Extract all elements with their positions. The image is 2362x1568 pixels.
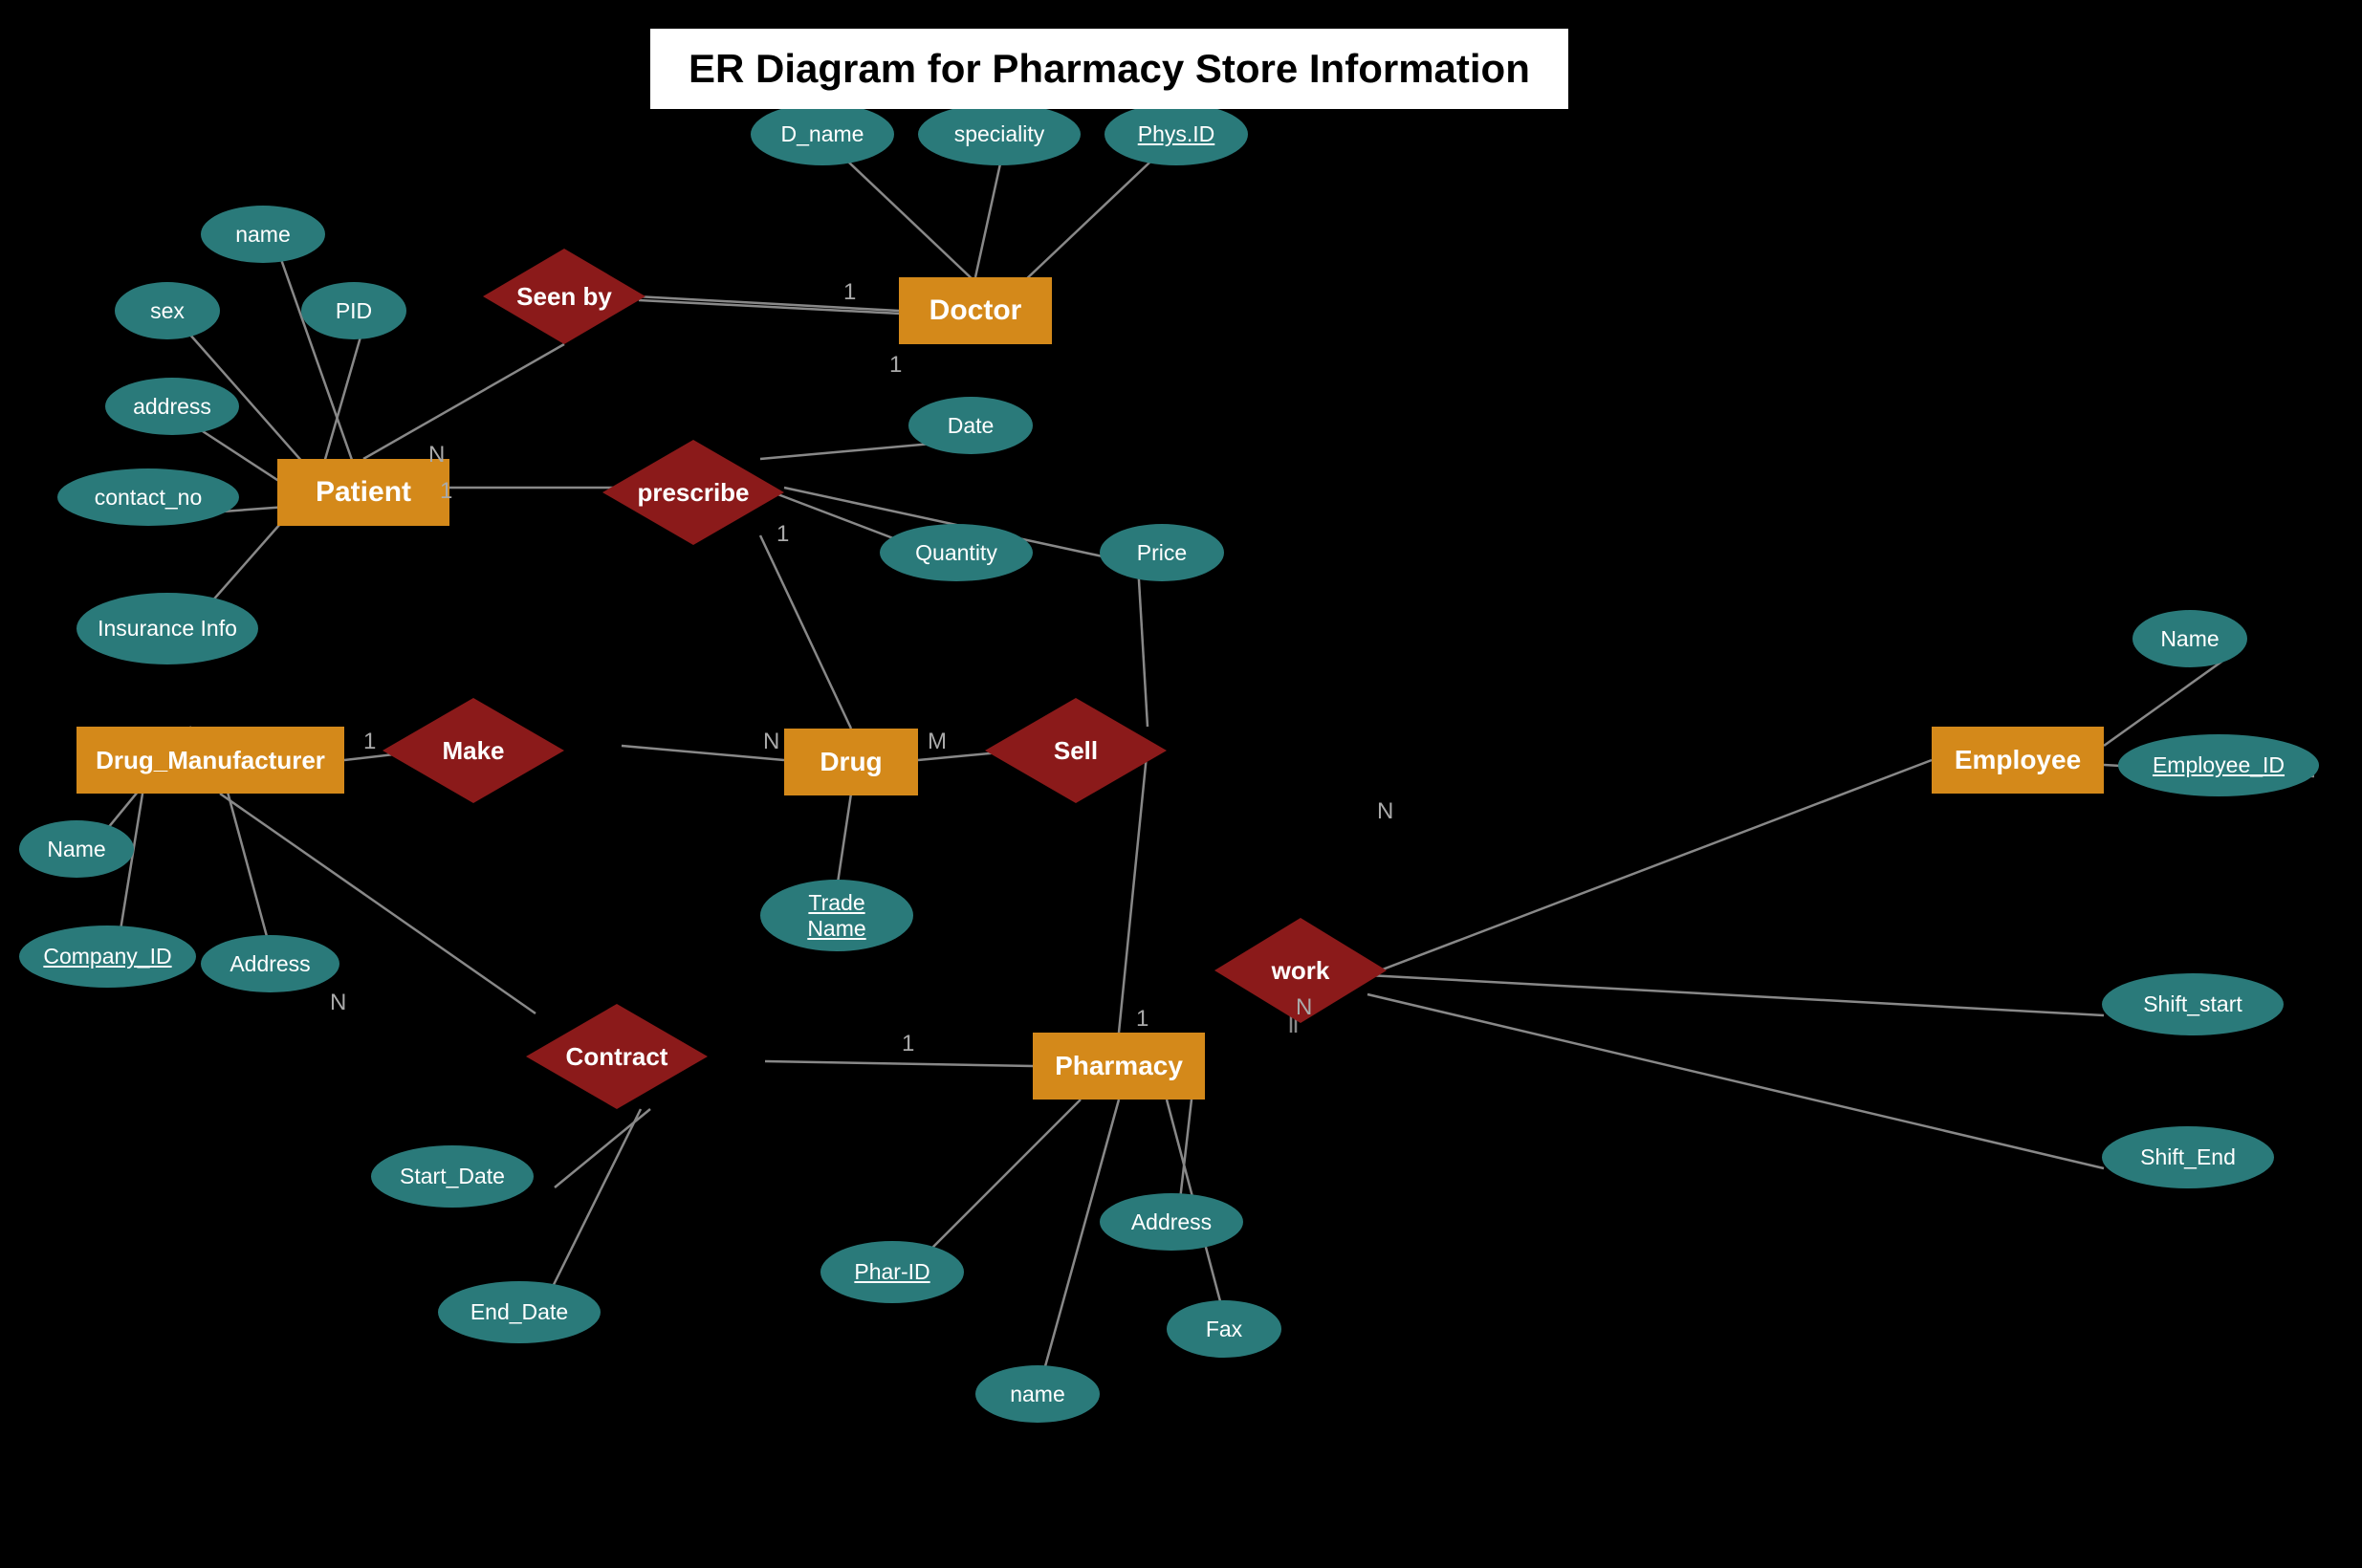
attr-phar-fax: Fax (1167, 1300, 1281, 1358)
attr-shift-end: Shift_End (2102, 1126, 2274, 1188)
attr-dname: D_name (751, 103, 894, 165)
attr-sex: sex (115, 282, 220, 339)
attr-mfr-name: Name (19, 820, 134, 878)
attr-phar-id: Phar-ID (820, 1241, 964, 1303)
attr-pid: PID (301, 282, 406, 339)
entity-drug-mfr: Drug_Manufacturer (77, 727, 344, 794)
card-seen-doctor: 1 (843, 279, 856, 306)
attr-contact: contact_no (57, 468, 239, 526)
card-sell-drug: M (928, 729, 947, 755)
attr-phar-address: Address (1100, 1193, 1243, 1251)
card-make-mfr: 1 (363, 729, 376, 755)
attr-trade-name: Trade Name (760, 880, 913, 951)
attr-date: Date (908, 397, 1033, 454)
card-work-phar-n: N (1296, 994, 1312, 1021)
attr-company-id: Company_ID (19, 926, 196, 988)
attr-insurance: Insurance Info (77, 593, 258, 664)
diagram-title: ER Diagram for Pharmacy Store Informatio… (650, 29, 1568, 109)
attr-phys-id: Phys.ID (1104, 103, 1248, 165)
attr-emp-name: Name (2132, 610, 2247, 667)
card-prescribe-drug: 1 (776, 521, 789, 548)
attr-shift-start: Shift_start (2102, 973, 2284, 1035)
attr-address-patient: address (105, 378, 239, 435)
entity-doctor: Doctor (899, 277, 1052, 344)
card-contract-mfr: N (330, 990, 346, 1016)
attr-speciality: speciality (918, 103, 1081, 165)
card-make-drug: N (763, 729, 779, 755)
card-contract-phar: 1 (902, 1031, 914, 1057)
card-work-emp: N (1377, 798, 1393, 825)
attr-mfr-address: Address (201, 935, 339, 992)
attr-price: Price (1100, 524, 1224, 581)
entity-pharmacy: Pharmacy (1033, 1033, 1205, 1100)
card-seen-patient-1: 1 (889, 352, 902, 379)
entity-patient: Patient (277, 459, 449, 526)
card-work-phar-1: 1 (1136, 1006, 1148, 1033)
entity-employee: Employee (1932, 727, 2104, 794)
attr-name: name (201, 206, 325, 263)
card-prescribe-n: N (428, 442, 445, 468)
card-prescribe-1: 1 (440, 478, 452, 505)
entity-drug: Drug (784, 729, 918, 795)
attr-phar-name: name (975, 1365, 1100, 1423)
attr-employee-id: Employee_ID (2118, 734, 2319, 796)
attr-quantity: Quantity (880, 524, 1033, 581)
attr-end-date: End_Date (438, 1281, 601, 1343)
attr-start-date: Start_Date (371, 1145, 534, 1208)
